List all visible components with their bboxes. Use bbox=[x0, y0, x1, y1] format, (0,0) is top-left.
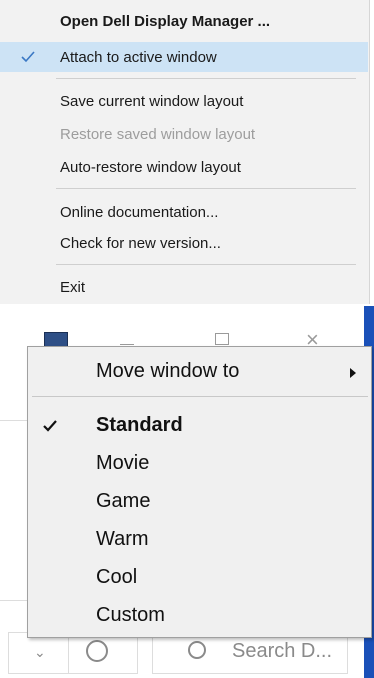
checkmark-icon bbox=[21, 51, 35, 63]
menu-separator bbox=[32, 396, 368, 397]
menu-item-label: Auto-restore window layout bbox=[60, 158, 241, 176]
menu-item-label: Cool bbox=[96, 566, 138, 588]
minimize-icon[interactable] bbox=[120, 344, 134, 345]
window-context-menu: Move window to Standard Movie Game Warm … bbox=[27, 346, 372, 638]
preset-cool-item[interactable]: Cool bbox=[28, 560, 371, 596]
menu-item-label: Move window to bbox=[96, 360, 240, 382]
check-for-new-version-item[interactable]: Check for new version... bbox=[0, 228, 368, 258]
menu-item-label: Check for new version... bbox=[60, 234, 221, 252]
exit-item[interactable]: Exit bbox=[0, 272, 368, 302]
move-window-to-item[interactable]: Move window to bbox=[28, 354, 371, 390]
menu-item-label: Movie bbox=[96, 452, 150, 474]
preset-movie-item[interactable]: Movie bbox=[28, 446, 371, 482]
preset-standard-item[interactable]: Standard bbox=[28, 408, 371, 444]
menu-item-label: Exit bbox=[60, 278, 86, 296]
divider bbox=[68, 632, 69, 674]
menu-item-label: Custom bbox=[96, 604, 165, 626]
menu-item-label: Save current window layout bbox=[60, 92, 244, 110]
maximize-icon[interactable] bbox=[215, 333, 229, 345]
chevron-down-icon[interactable]: ⌄ bbox=[34, 644, 46, 661]
menu-item-label: Standard bbox=[96, 414, 183, 436]
search-icon bbox=[188, 641, 206, 659]
menu-separator bbox=[56, 188, 356, 189]
menu-separator bbox=[56, 78, 356, 79]
preset-custom-item[interactable]: Custom bbox=[28, 598, 371, 634]
restore-window-layout-item: Restore saved window layout bbox=[0, 119, 368, 149]
refresh-icon[interactable] bbox=[86, 640, 108, 662]
open-dell-display-manager-item[interactable]: Open Dell Display Manager ... bbox=[0, 6, 368, 36]
tray-context-menu: Open Dell Display Manager ... Attach to … bbox=[0, 0, 370, 304]
divider bbox=[0, 600, 30, 601]
menu-item-label: Warm bbox=[96, 528, 149, 550]
search-placeholder: Search D... bbox=[232, 640, 333, 662]
menu-item-label: Open Dell Display Manager ... bbox=[60, 12, 271, 30]
toolbar-dropdown[interactable] bbox=[8, 632, 138, 674]
attach-to-active-window-item[interactable]: Attach to active window bbox=[0, 42, 368, 72]
menu-item-label: Online documentation... bbox=[60, 203, 219, 221]
auto-restore-window-layout-item[interactable]: Auto-restore window layout bbox=[0, 152, 368, 182]
save-window-layout-item[interactable]: Save current window layout bbox=[0, 86, 368, 116]
preset-warm-item[interactable]: Warm bbox=[28, 522, 371, 558]
submenu-arrow-icon bbox=[350, 368, 356, 378]
checkmark-icon bbox=[43, 420, 57, 432]
divider bbox=[0, 420, 30, 421]
menu-item-label: Attach to active window bbox=[60, 48, 217, 66]
online-documentation-item[interactable]: Online documentation... bbox=[0, 197, 368, 227]
menu-item-label: Game bbox=[96, 490, 151, 512]
screenshot-stage: Open Dell Display Manager ... Attach to … bbox=[0, 0, 374, 678]
preset-game-item[interactable]: Game bbox=[28, 484, 371, 520]
menu-separator bbox=[56, 264, 356, 265]
menu-item-label: Restore saved window layout bbox=[60, 125, 256, 143]
